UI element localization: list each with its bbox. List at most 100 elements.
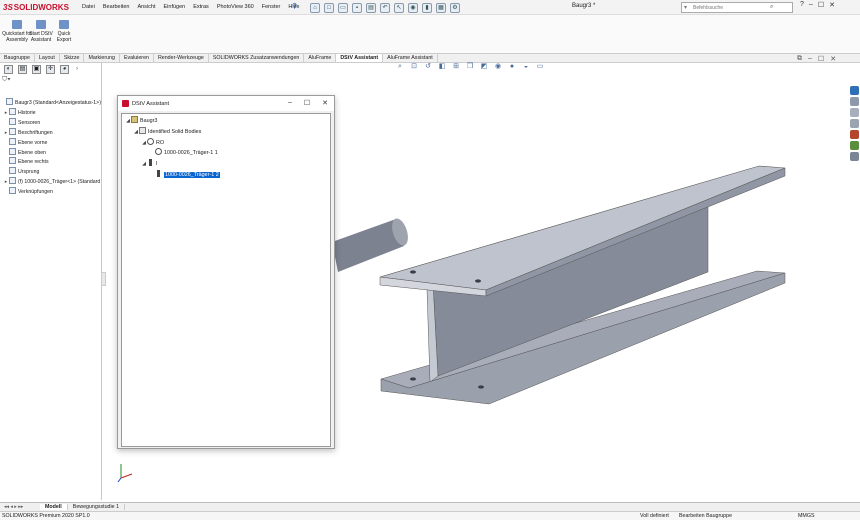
tab-markierung[interactable]: Markierung — [84, 54, 120, 62]
dialog-tree-item[interactable]: ◢ Identified Solid Bodies — [133, 126, 201, 136]
apply-scene-icon[interactable]: ◒ — [522, 63, 530, 71]
close-button[interactable]: ✕ — [829, 1, 835, 9]
tab-evaluieren[interactable]: Evaluieren — [120, 54, 154, 62]
view-orientation-icon[interactable]: ❒ — [466, 63, 474, 71]
custom-properties-icon[interactable] — [850, 141, 859, 150]
new-document-icon[interactable]: □ — [324, 2, 334, 13]
zoom-to-area-icon[interactable]: ⊡ — [410, 63, 418, 71]
tab-scroll-arrows-icon[interactable]: ◂◂ ◂ ▸ ▸▸ — [0, 504, 40, 510]
open-icon[interactable]: ▭ — [338, 2, 348, 13]
feature-tree-item[interactable]: Ebene rechts — [0, 157, 102, 167]
feature-tree-item[interactable]: ▸ Beschriftungen — [0, 127, 102, 138]
section-view-icon[interactable]: ◧ — [438, 63, 446, 71]
search-dropdown-icon[interactable]: ▾ — [684, 4, 687, 11]
task-pane-tabs — [850, 86, 860, 161]
bottom-tab-bewegungsstudie-1[interactable]: Bewegungsstudie 1 — [68, 504, 126, 510]
tab-baugruppe[interactable]: Baugruppe — [0, 54, 35, 62]
document-title: Baugr3 * — [572, 3, 596, 9]
tab-skizze[interactable]: Skizze — [60, 54, 85, 62]
undo-icon[interactable]: ↶ — [380, 2, 390, 13]
dialog-tree-item[interactable]: ◢ I — [141, 159, 158, 168]
feature-tree-item[interactable]: Sensoren — [0, 117, 102, 128]
tab-solidworks-zusatzanwendungen[interactable]: SOLIDWORKS Zusatzanwendungen — [209, 54, 305, 62]
display-manager-tab-icon[interactable]: ◕ — [60, 64, 69, 74]
feature-tree-item[interactable]: Ebene oben — [0, 147, 102, 158]
menu-item-datei[interactable]: Datei — [78, 2, 99, 12]
bottom-tabs: ◂◂ ◂ ▸ ▸▸ Modell Bewegungsstudie 1 — [0, 502, 860, 511]
solidworks-resources-icon[interactable] — [850, 86, 859, 95]
tab-aluframe[interactable]: AluFrame — [304, 54, 337, 62]
panel-expand-chevron-icon[interactable]: › — [76, 66, 78, 72]
design-library-icon[interactable] — [850, 97, 859, 106]
command-search-box[interactable]: ▾ ⌕ — [681, 2, 793, 13]
tree-node-icon — [9, 107, 16, 115]
menu-item-extras[interactable]: Extras — [189, 2, 213, 12]
dialog-tree-item[interactable]: ◢ Baugr3 — [125, 116, 157, 125]
previous-view-icon[interactable]: ↺ — [424, 63, 432, 71]
document-restore-icon[interactable]: ⧉ — [797, 55, 802, 63]
appearances-icon[interactable] — [850, 130, 859, 139]
property-manager-tab-icon[interactable]: ▤ — [18, 64, 27, 74]
filter-icon[interactable]: ⛉▾ — [2, 76, 11, 84]
bottom-tab-modell[interactable]: Modell — [40, 504, 68, 510]
menu-item-photoview[interactable]: PhotoView 360 — [213, 2, 258, 12]
home-icon[interactable]: ⌂ — [310, 2, 320, 13]
tab-dstv-assistant[interactable]: DStV Assistant — [336, 54, 384, 62]
menu-item-fenster[interactable]: Fenster — [258, 2, 285, 12]
forum-icon[interactable] — [850, 152, 859, 161]
dialog-minimize-button[interactable]: – — [288, 99, 292, 107]
print-icon[interactable]: ▤ — [366, 2, 376, 13]
feature-tree-item[interactable]: ▸ (f) 1000-0026_Träger<1> (Standard — [0, 177, 102, 187]
file-explorer-icon[interactable] — [850, 108, 859, 117]
menu-item-einfuegen[interactable]: Einfügen — [160, 2, 190, 12]
view-palette-icon[interactable] — [850, 119, 859, 128]
zoom-to-fit-icon[interactable]: ⌕ — [396, 63, 404, 71]
minimize-button[interactable]: – — [809, 1, 813, 9]
dialog-tree-item[interactable]: 1000-0026_Träger-1 1 — [149, 148, 218, 157]
dynamic-annotation-icon[interactable]: ⊞ — [452, 63, 460, 71]
hide-show-items-icon[interactable]: ◉ — [494, 63, 502, 71]
help-icon[interactable]: ? — [800, 1, 804, 9]
feature-manager-tab-icon[interactable]: ◐ — [4, 64, 13, 74]
solid-bodies-tree[interactable]: ◢ Baugr3 ◢ Identified Solid Bodies ◢ RO 1000-0… — [121, 113, 331, 447]
dimxpert-tab-icon[interactable]: ✛ — [46, 64, 55, 74]
status-units[interactable]: MMGS — [798, 513, 814, 519]
configuration-manager-tab-icon[interactable]: ▣ — [32, 64, 41, 74]
tab-render-werkzeuge[interactable]: Render-Werkzeuge — [154, 54, 209, 62]
document-maximize-icon[interactable]: ☐ — [818, 55, 824, 63]
panel-collapse-handle[interactable] — [101, 272, 106, 286]
restore-button[interactable]: ☐ — [818, 1, 824, 9]
menu-item-bearbeiten[interactable]: Bearbeiten — [99, 2, 134, 12]
dialog-title-bar[interactable]: DStV Assistant – ☐ ✕ — [118, 96, 334, 111]
feature-tree-item[interactable]: Verknüpfungen — [0, 187, 102, 197]
tab-layout[interactable]: Layout — [35, 54, 60, 62]
status-bar: SOLIDWORKS Premium 2020 SP1.0 Voll defin… — [0, 511, 860, 520]
feature-tree-item[interactable]: Baugr3 (Standard<Anzeigestatus-1>) — [0, 98, 102, 108]
edit-appearance-icon[interactable]: ● — [508, 63, 516, 71]
options-gear-icon[interactable]: ⚙ — [450, 2, 460, 13]
save-icon[interactable]: ▪ — [352, 2, 362, 13]
search-icon[interactable]: ⌕ — [770, 4, 773, 11]
dialog-tree-item[interactable]: 1000-0026_Träger-1 2 — [149, 170, 220, 179]
document-minimize-icon[interactable]: – — [808, 55, 812, 63]
feature-tree-item[interactable]: Ebene vorne — [0, 137, 102, 148]
menu-item-ansicht[interactable]: Ansicht — [133, 2, 159, 12]
feature-tree-item[interactable]: Ursprung — [0, 167, 102, 177]
solidworks-logo[interactable]: 3S SOLIDWORKS — [3, 1, 69, 14]
view-settings-icon[interactable]: ▭ — [536, 63, 544, 71]
file-properties-icon[interactable]: ▦ — [436, 2, 446, 13]
rebuild-icon[interactable]: ◉ — [408, 2, 418, 13]
dialog-tree-item[interactable]: ◢ RO — [141, 137, 164, 147]
quick-export-button[interactable]: Quick Export — [50, 18, 78, 43]
document-close-icon[interactable]: ✕ — [830, 55, 836, 63]
command-tabs: Baugruppe Layout Skizze Markierung Evaluiere… — [0, 53, 860, 63]
display-style-icon[interactable]: ◩ — [480, 63, 488, 71]
search-input[interactable] — [682, 4, 770, 11]
pin-menu-icon[interactable]: ⚲ — [292, 2, 297, 10]
traffic-light-icon[interactable]: ▮ — [422, 2, 432, 13]
feature-tree-item[interactable]: ▸ Historie — [0, 107, 102, 118]
select-icon[interactable]: ↖ — [394, 2, 404, 13]
dialog-maximize-button[interactable]: ☐ — [304, 99, 310, 107]
dialog-close-button[interactable]: ✕ — [322, 99, 328, 107]
tab-aluframe-assistant[interactable]: AluFrame Assistant — [383, 54, 438, 62]
